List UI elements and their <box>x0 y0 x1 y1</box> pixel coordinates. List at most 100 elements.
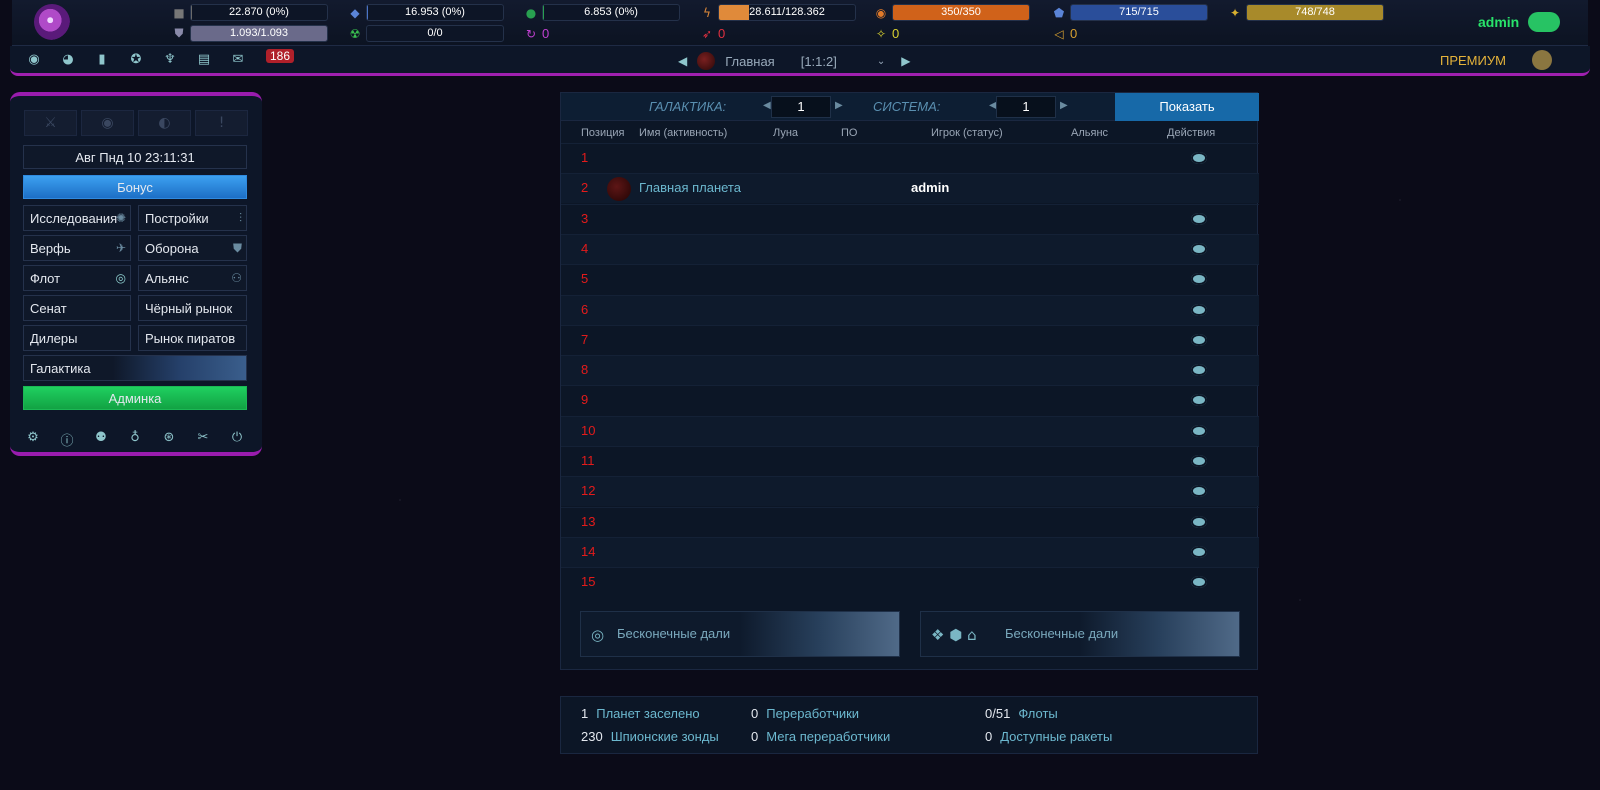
counter-star[interactable]: ✧ 0 <box>874 25 899 42</box>
menu-defense[interactable]: Оборона ⛊ <box>138 235 247 261</box>
menu-shipyard[interactable]: Верфь ✈ <box>23 235 131 261</box>
table-row[interactable]: 11 <box>561 446 1259 476</box>
colonize-icon[interactable] <box>1191 394 1207 407</box>
messages-badge[interactable]: 186 <box>266 49 295 63</box>
moon-tab-icon[interactable]: ◐ <box>138 110 191 136</box>
admin-panel-button[interactable]: Админка <box>23 386 247 410</box>
radiation-icon: ☢ <box>349 26 361 41</box>
colonize-icon[interactable] <box>1191 515 1207 528</box>
alert-tab-icon[interactable]: ! <box>195 110 248 136</box>
colonize-icon[interactable] <box>1191 424 1207 437</box>
counter-recycle[interactable]: ↻ 0 <box>524 25 549 42</box>
table-row[interactable]: 8 <box>561 355 1259 386</box>
resource-crystal[interactable]: ◆ 16.953 (0%) <box>348 4 504 21</box>
colonize-icon[interactable] <box>1191 333 1207 346</box>
tools-icon[interactable]: ✂ <box>194 430 212 449</box>
power-icon[interactable]: ⏻ <box>228 430 246 449</box>
eye-tab-icon[interactable]: ◉ <box>81 110 134 136</box>
menu-research[interactable]: Исследования ✺ <box>23 205 131 231</box>
colonize-icon[interactable] <box>1191 576 1207 589</box>
colonize-icon[interactable] <box>1191 303 1207 316</box>
banner-right[interactable]: ❖ ⬢ ⌂ Бесконечные дали <box>920 611 1240 657</box>
username[interactable]: admin <box>1478 14 1519 30</box>
resource-deuterium[interactable]: ● 6.853 (0%) <box>524 4 680 21</box>
resource-shield[interactable]: ⛊ 1.093/1.093 <box>172 25 328 42</box>
table-row[interactable]: 4 <box>561 233 1259 264</box>
row-position: 5 <box>581 271 589 287</box>
player-name[interactable]: admin <box>911 180 949 195</box>
target-icon: ◎ <box>115 271 126 285</box>
stats-icon[interactable]: ▮ <box>92 52 112 67</box>
table-row[interactable]: 14 <box>561 536 1259 567</box>
next-planet-icon[interactable]: ▶ <box>901 54 910 68</box>
menu-alliance[interactable]: Альянс ⚇ <box>138 265 247 291</box>
messages-icon[interactable]: ✉ <box>228 52 248 67</box>
settings-icon[interactable]: ⚙ <box>24 430 42 449</box>
counter-missile[interactable]: ➶ 0 <box>700 25 725 42</box>
bonus-button[interactable]: Бонус <box>23 175 247 199</box>
system-input[interactable]: 1 <box>996 96 1056 118</box>
colonize-icon[interactable] <box>1191 212 1207 225</box>
menu-galaxy[interactable]: Галактика <box>23 355 247 381</box>
menu-dealers[interactable]: Дилеры <box>23 325 131 351</box>
galaxy-next-icon[interactable]: ▶ <box>835 100 843 111</box>
galaxy-input[interactable]: 1 <box>771 96 831 118</box>
premium-star-icon[interactable] <box>1532 50 1552 70</box>
colonize-icon[interactable] <box>1191 273 1207 286</box>
menu-pirate-market[interactable]: Рынок пиратов <box>138 325 247 351</box>
col-actions: Действия <box>1167 127 1216 139</box>
system-next-icon[interactable]: ▶ <box>1060 100 1068 111</box>
table-row[interactable]: 9 <box>561 385 1259 415</box>
planet-selector[interactable]: ◀ Главная [1:1:2] ⌄ ▶ <box>678 52 910 70</box>
menu-fleet[interactable]: Флот ◎ <box>23 265 131 291</box>
table-row[interactable]: 7 <box>561 324 1259 355</box>
show-button[interactable]: Показать <box>1115 93 1259 121</box>
atom-icon: ✺ <box>115 211 126 225</box>
resource-energy[interactable]: ϟ 28.611/128.362 <box>700 4 856 21</box>
trophy-nav-icon[interactable]: ♆ <box>160 52 180 67</box>
resource-crystal-cap[interactable]: ⬟ 715/715 <box>1052 4 1208 21</box>
table-row[interactable]: 6 <box>561 294 1259 325</box>
table-row[interactable]: 5 <box>561 264 1259 294</box>
info-icon[interactable]: ⓘ <box>58 430 76 449</box>
colonize-icon[interactable] <box>1191 485 1207 498</box>
table-row[interactable]: 3 <box>561 203 1259 234</box>
menu-senate[interactable]: Сенат <box>23 295 131 321</box>
col-alliance: Альянс <box>1071 127 1109 139</box>
sword-icon[interactable]: ⚔ <box>24 110 77 136</box>
award-icon[interactable]: ♁ <box>126 430 144 449</box>
counter-trophy[interactable]: ◁ 0 <box>1052 25 1077 42</box>
chat-icon[interactable]: ▤ <box>194 52 214 67</box>
planet-overview-icon[interactable]: ◕ <box>58 52 78 67</box>
resource-darkmatter[interactable]: ◉ 350/350 <box>874 4 1030 21</box>
menu-buildings[interactable]: Постройки ⫶ <box>138 205 247 231</box>
planet-thumb-icon[interactable] <box>607 177 631 202</box>
users-icon[interactable]: ⚉ <box>92 430 110 449</box>
eye-icon[interactable]: ◉ <box>24 52 44 67</box>
colonize-icon[interactable] <box>1191 455 1207 467</box>
resource-radiation[interactable]: ☢ 0/0 <box>348 25 504 42</box>
colonize-icon[interactable] <box>1191 152 1207 164</box>
colonize-icon[interactable] <box>1191 364 1207 377</box>
table-row[interactable]: 1 <box>561 143 1259 173</box>
table-row[interactable]: 2 Главная планета admin <box>561 173 1259 204</box>
planet-name-link[interactable]: Главная планета <box>639 180 741 195</box>
lifebuoy-icon[interactable]: ⊛ <box>160 430 178 449</box>
colonize-icon[interactable] <box>1191 242 1207 255</box>
prev-planet-icon[interactable]: ◀ <box>678 54 687 68</box>
table-row[interactable]: 10 <box>561 415 1259 446</box>
resource-metal[interactable]: ■ 22.870 (0%) <box>172 4 328 21</box>
table-row[interactable]: 12 <box>561 476 1259 507</box>
medal-icon[interactable]: ✪ <box>126 52 146 67</box>
user-avatar-icon[interactable] <box>1528 12 1560 32</box>
table-row[interactable]: 15 <box>561 567 1259 597</box>
colonize-icon[interactable] <box>1191 545 1207 558</box>
galaxy-prev-icon[interactable]: ◀ <box>763 100 771 111</box>
game-logo-icon[interactable] <box>34 4 70 40</box>
menu-black-market[interactable]: Чёрный рынок <box>138 295 247 321</box>
table-row[interactable]: 13 <box>561 506 1259 537</box>
banner-left[interactable]: ◎ Бесконечные дали <box>580 611 900 657</box>
premium-link[interactable]: ПРЕМИУМ <box>1440 53 1506 68</box>
chevron-down-icon[interactable]: ⌄ <box>877 56 885 67</box>
resource-gold[interactable]: ✦ 748/748 <box>1228 4 1384 21</box>
